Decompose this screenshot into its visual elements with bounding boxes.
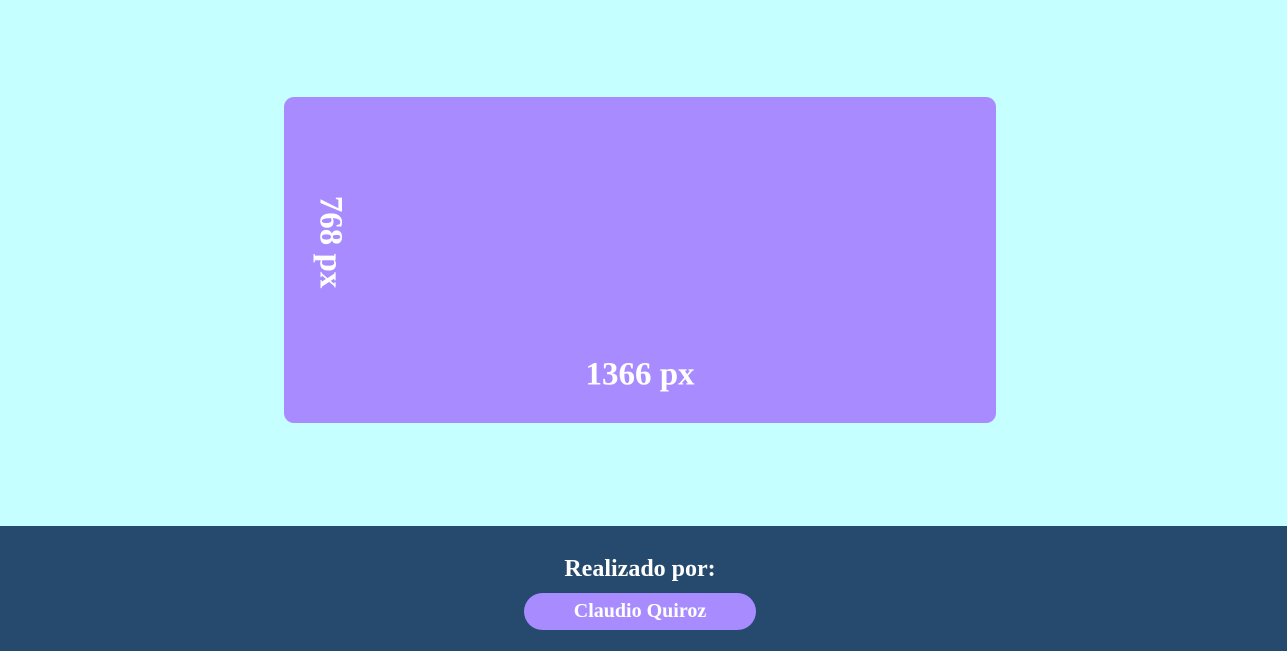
credit-title: Realizado por: xyxy=(564,556,716,582)
width-label: 1366 px xyxy=(585,356,695,393)
height-label: 768 px xyxy=(312,195,349,289)
author-button[interactable]: Claudio Quiroz xyxy=(524,593,756,630)
footer: Realizado por: Claudio Quiroz xyxy=(0,526,1287,651)
main-area: 768 px 1366 px xyxy=(0,0,1287,526)
